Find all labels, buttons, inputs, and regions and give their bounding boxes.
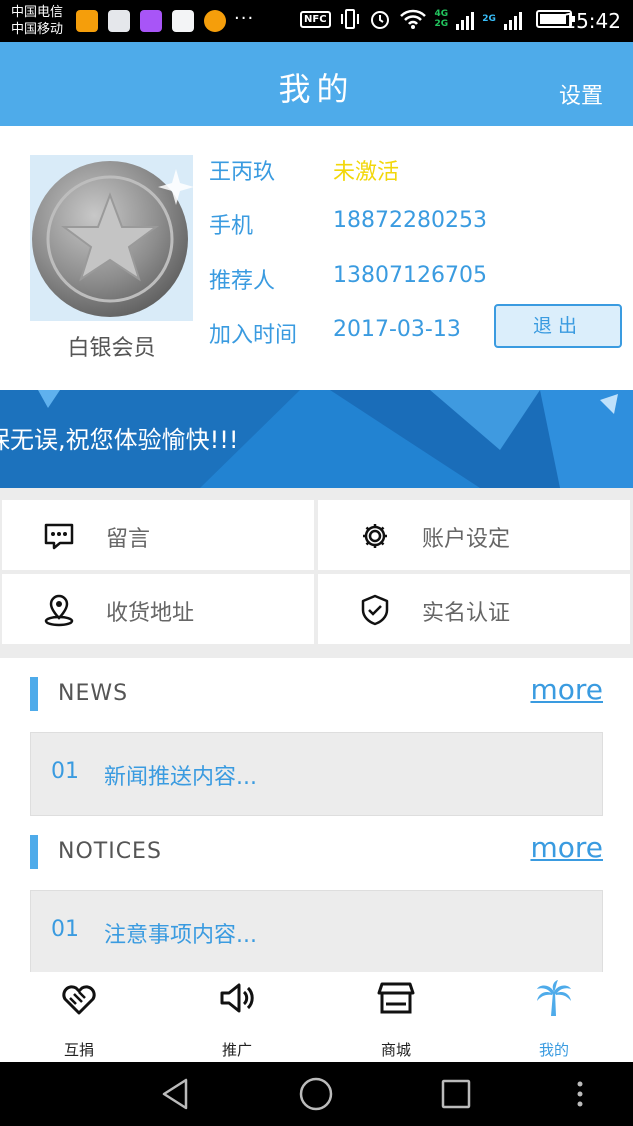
network-4g-label: 4G — [434, 9, 449, 19]
message-icon — [44, 523, 74, 550]
nfc-icon: NFC — [300, 10, 331, 28]
system-nav-bar — [0, 1062, 633, 1126]
app-header: 我的 设置 — [0, 42, 633, 126]
menu-item-identity-verification[interactable]: 实名认证 — [318, 574, 630, 644]
referrer-value: 13807126705 — [333, 263, 487, 288]
tab-label: 推广 — [221, 1041, 252, 1059]
page-title: 我的 — [278, 70, 355, 108]
avatar — [30, 155, 193, 321]
clock: 15:42 — [563, 9, 621, 33]
carrier-1: 中国电信 — [11, 5, 64, 20]
carrier-2: 中国移动 — [11, 22, 64, 37]
phone-value: 18872280253 — [333, 208, 487, 233]
banner-text: 保无误,祝您体验愉快!!! — [0, 426, 239, 454]
location-pin-icon — [44, 594, 74, 627]
heart-handshake-icon — [62, 985, 96, 1015]
gallery-notification-icon — [140, 10, 162, 32]
signal-icon-2 — [503, 8, 522, 30]
news-section-header: NEWS more — [0, 673, 633, 737]
wifi-icon — [399, 9, 426, 29]
more-notifications-icon: ··· — [234, 8, 255, 29]
news-item-text: 新闻推送内容... — [104, 765, 257, 790]
section-accent-bar — [30, 835, 38, 869]
notice-item-text: 注意事项内容... — [104, 923, 257, 948]
status-bar: 中国电信 中国移动 ··· NFC 4G 2G 2G 15:42 — [0, 0, 633, 42]
news-title: NEWS — [58, 681, 129, 706]
tab-promote[interactable]: 推广 — [158, 972, 316, 1062]
join-date-value: 2017-03-13 — [333, 317, 461, 342]
settings-button[interactable]: 设置 — [559, 78, 603, 110]
tab-mine[interactable]: 我的 — [475, 972, 633, 1062]
alarm-icon — [370, 11, 389, 29]
gear-icon — [363, 524, 387, 548]
palm-tree-icon — [537, 980, 571, 1016]
phone-label: 手机 — [209, 214, 254, 239]
menu-item-account-settings[interactable]: 账户设定 — [318, 500, 630, 570]
network-2g-label: 2G — [434, 19, 449, 29]
news-item-number: 01 — [51, 759, 79, 784]
member-level: 白银会员 — [67, 336, 156, 361]
network-type: 4G 2G — [435, 9, 449, 29]
account-status: 未激活 — [333, 160, 400, 185]
notification-icons — [76, 10, 226, 32]
profile-card: 白银会员 王丙玖 未激活 手机 18872280253 推荐人 13807126… — [0, 126, 633, 390]
speaker-icon — [220, 983, 254, 1013]
store-icon — [377, 982, 415, 1014]
section-accent-bar — [30, 677, 38, 711]
tab-label: 互捐 — [63, 1041, 94, 1059]
news-notification-icon — [172, 10, 194, 32]
menu-item-shipping-address[interactable]: 收货地址 — [2, 574, 314, 644]
bottom-tab-bar: 互捐 推广 商城 我的 — [0, 972, 633, 1062]
news-item[interactable]: 01 新闻推送内容... — [31, 733, 602, 815]
notice-item[interactable]: 01 注意事项内容... — [31, 891, 602, 979]
silver-medal-icon — [32, 161, 193, 317]
app-notification-icon — [76, 10, 98, 32]
tab-donate[interactable]: 互捐 — [0, 972, 158, 1062]
notices-more-link[interactable]: more — [530, 831, 603, 864]
menu-item-label: 收货地址 — [106, 601, 195, 626]
notices-section-header: NOTICES more — [0, 831, 633, 895]
recents-icon[interactable] — [438, 1076, 474, 1112]
news-more-link[interactable]: more — [530, 673, 603, 706]
browser-notification-icon — [108, 10, 130, 32]
menu-item-label: 实名认证 — [422, 601, 511, 626]
notices-title: NOTICES — [58, 839, 162, 864]
news-list: 01 新闻推送内容... — [30, 732, 603, 816]
overflow-menu-icon[interactable] — [562, 1076, 598, 1112]
network-2g-label-b: 2G — [482, 14, 496, 24]
join-date-label: 加入时间 — [209, 323, 298, 348]
weather-notification-icon — [204, 10, 226, 32]
tab-label: 我的 — [538, 1041, 569, 1059]
notice-item-number: 01 — [51, 917, 79, 942]
logout-button[interactable]: 退出 — [494, 304, 622, 348]
signal-icon-1 — [456, 8, 475, 30]
menu-grid: 留言 账户设定 收货地址 实名认证 — [0, 488, 633, 658]
menu-item-label: 账户设定 — [422, 527, 511, 552]
vibrate-icon — [340, 9, 359, 29]
back-icon[interactable] — [158, 1076, 194, 1112]
menu-item-label: 留言 — [106, 527, 151, 552]
network-type-2: 2G — [482, 14, 496, 24]
home-icon[interactable] — [298, 1076, 334, 1112]
menu-item-message[interactable]: 留言 — [2, 500, 314, 570]
shield-check-icon — [361, 594, 389, 626]
system-icons: NFC 4G 2G 2G — [300, 8, 575, 30]
notices-list: 01 注意事项内容... — [30, 890, 603, 980]
marquee-banner: 保无误,祝您体验愉快!!! — [0, 390, 633, 488]
tab-label: 商城 — [380, 1041, 411, 1059]
user-name: 王丙玖 — [209, 160, 276, 185]
referrer-label: 推荐人 — [209, 269, 276, 294]
carrier-names: 中国电信 中国移动 — [11, 4, 63, 38]
tab-store[interactable]: 商城 — [317, 972, 475, 1062]
